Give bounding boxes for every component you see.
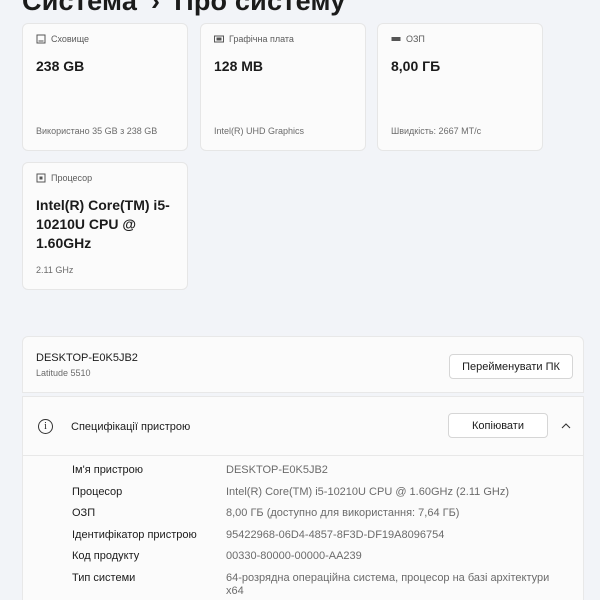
device-model: Latitude 5510	[36, 368, 91, 378]
ram-speed: Швидкість: 2667 MT/с	[391, 126, 482, 136]
cpu-frequency: 2.11 GHz	[36, 265, 74, 275]
spec-value-ram: 8,00 ГБ (доступно для використання: 7,64…	[226, 507, 460, 519]
info-icon: i	[38, 419, 53, 434]
cpu-label: Процесор	[51, 173, 93, 183]
graphics-card: Графічна плата 128 MB Intel(R) UHD Graph…	[200, 23, 366, 151]
storage-icon	[36, 34, 46, 44]
graphics-card-icon	[214, 35, 224, 43]
device-specs-panel: i Специфікації пристрою Копіювати	[22, 396, 584, 456]
rename-pc-button[interactable]: Перейменувати ПК	[449, 354, 573, 379]
cpu-card: Процесор Intel(R) Core(TM) i5-10210U CPU…	[22, 162, 188, 290]
spec-label-device-id: Ідентифікатор пристрою	[72, 529, 197, 541]
storage-value: 238 GB	[36, 58, 85, 74]
memory-icon	[391, 37, 401, 41]
copy-button[interactable]: Копіювати	[448, 413, 548, 438]
processor-icon	[36, 173, 46, 183]
spec-label-device-name: Ім'я пристрою	[72, 464, 143, 476]
spec-value-product-id: 00330-80000-00000-AA239	[226, 550, 362, 562]
spec-value-system-type: 64-розрядна операційна система, процесор…	[226, 572, 550, 597]
spec-label-processor: Процесор	[72, 486, 123, 498]
device-name-panel: DESKTOP-E0K5JB2 Latitude 5510 Перейменув…	[22, 336, 584, 393]
breadcrumb-current: Про систему	[174, 0, 346, 16]
page-title: Система › Про систему	[22, 0, 345, 17]
breadcrumb-separator: ›	[151, 0, 161, 16]
spec-value-processor: Intel(R) Core(TM) i5-10210U CPU @ 1.60GH…	[226, 486, 509, 498]
breadcrumb-parent[interactable]: Система	[22, 0, 137, 16]
ram-value: 8,00 ГБ	[391, 58, 441, 74]
cpu-value: Intel(R) Core(TM) i5-10210U CPU @ 1.60GH…	[36, 197, 170, 251]
spec-value-device-id: 95422968-06D4-4857-8F3D-DF19A8096754	[226, 529, 445, 541]
graphics-label: Графічна плата	[229, 34, 294, 44]
device-name: DESKTOP-E0K5JB2	[36, 352, 138, 364]
chevron-up-icon[interactable]	[553, 413, 578, 438]
storage-card: Сховище 238 GB Використано 35 GB з 238 G…	[22, 23, 188, 151]
storage-usage: Використано 35 GB з 238 GB	[36, 126, 158, 136]
graphics-model: Intel(R) UHD Graphics	[214, 126, 305, 136]
spec-value-device-name: DESKTOP-E0K5JB2	[226, 464, 328, 476]
spec-label-product-id: Код продукту	[72, 550, 140, 562]
ram-label: ОЗП	[406, 34, 425, 44]
spec-label-ram: ОЗП	[72, 507, 96, 519]
graphics-value: 128 MB	[214, 58, 264, 74]
storage-label: Сховище	[51, 34, 90, 44]
spec-label-system-type: Тип системи	[72, 572, 136, 584]
ram-card: ОЗП 8,00 ГБ Швидкість: 2667 MT/с	[377, 23, 543, 151]
specs-title: Специфікації пристрою	[71, 421, 191, 433]
